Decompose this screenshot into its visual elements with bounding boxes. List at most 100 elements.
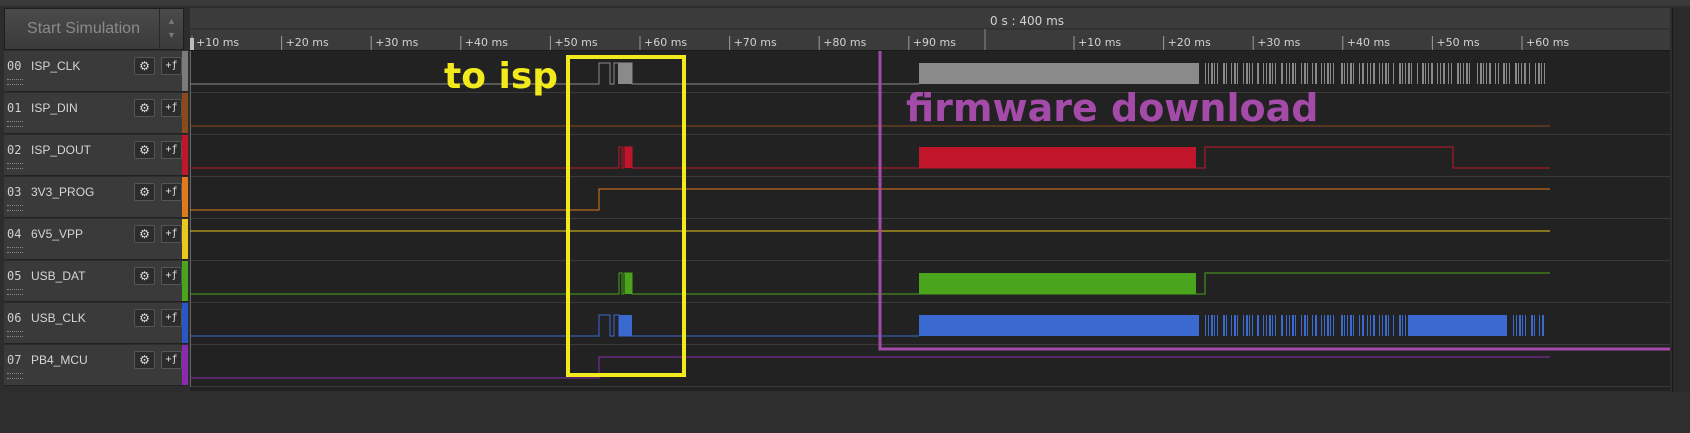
pulse-mark [1399, 315, 1401, 336]
channel-number: 00 [7, 59, 22, 73]
isp-dout-data-block [919, 147, 1196, 168]
trigger-edge-icon[interactable]: +ƒ [161, 309, 182, 327]
pulse-mark [1522, 315, 1523, 336]
pulse-mark [1208, 315, 1209, 336]
pulse-mark [1466, 63, 1468, 84]
pulse-mark [1402, 315, 1403, 336]
pulse-mark [1359, 63, 1360, 84]
channel-row-07[interactable]: 07 PB4_MCU ⚙ +ƒ [4, 345, 188, 386]
usb-clk-data-block-2 [1410, 315, 1505, 336]
pulse-mark [1519, 315, 1521, 336]
pulse-mark [1469, 63, 1470, 84]
gear-icon[interactable]: ⚙ [134, 351, 155, 369]
drag-handle-icon[interactable] [7, 205, 23, 211]
trigger-edge-icon[interactable]: +ƒ [161, 183, 182, 201]
pulse-mark [1304, 315, 1306, 336]
gear-icon[interactable]: ⚙ [134, 225, 155, 243]
channel-name: ISP_DIN [31, 101, 78, 115]
ruler-left-marker[interactable] [190, 38, 194, 50]
drag-handle-icon[interactable] [7, 163, 23, 169]
pulse-mark [1243, 315, 1244, 336]
pulse-mark [1281, 63, 1283, 84]
pulse-mark [1443, 63, 1445, 84]
drag-handle-icon[interactable] [7, 79, 23, 85]
pulse-mark [1324, 315, 1325, 336]
trigger-edge-icon[interactable]: +ƒ [161, 99, 182, 117]
drag-handle-icon[interactable] [7, 121, 23, 127]
pulse-mark [1263, 63, 1264, 84]
pulse-mark [1408, 315, 1410, 336]
start-simulation-button[interactable]: Start Simulation ▲ ▼ [4, 8, 184, 50]
channel-row-04[interactable]: 04 6V5_VPP ⚙ +ƒ [4, 219, 188, 260]
pulse-mark [1266, 63, 1267, 84]
trigger-edge-icon[interactable]: +ƒ [161, 225, 182, 243]
drag-handle-icon[interactable] [7, 289, 23, 295]
channel-row-00[interactable]: 00 ISP_CLK ⚙ +ƒ [4, 51, 188, 92]
pulse-mark [1477, 63, 1478, 84]
start-menu-arrows-icon[interactable]: ▲ ▼ [159, 9, 183, 49]
channel-row-02[interactable]: 02 ISP_DOUT ⚙ +ƒ [4, 135, 188, 176]
channel-color-bar [182, 303, 188, 343]
pulse-mark [1249, 63, 1250, 84]
pulse-mark [1217, 315, 1218, 336]
trigger-edge-icon[interactable]: +ƒ [161, 57, 182, 75]
trigger-edge-icon[interactable]: +ƒ [161, 267, 182, 285]
pulse-mark [1541, 63, 1542, 84]
pulse-mark [1457, 63, 1459, 84]
pulse-mark [1321, 63, 1322, 84]
gear-icon[interactable]: ⚙ [134, 267, 155, 285]
channel-row-01[interactable]: 01 ISP_DIN ⚙ +ƒ [4, 93, 188, 134]
gear-icon[interactable]: ⚙ [134, 141, 155, 159]
pulse-mark [1373, 63, 1375, 84]
usb-clk-burst [619, 315, 632, 336]
pulse-mark [1286, 315, 1287, 336]
pulse-mark [1503, 63, 1505, 84]
pulse-mark [1295, 63, 1296, 84]
ruler-tick-label: +80 ms [823, 36, 866, 49]
vertical-scrollbar[interactable] [1672, 8, 1690, 392]
gear-icon[interactable]: ⚙ [134, 309, 155, 327]
channel-row-03[interactable]: 03 3V3_PROG ⚙ +ƒ [4, 177, 188, 218]
channel-name: ISP_CLK [31, 59, 81, 73]
pulse-mark [1417, 63, 1418, 84]
trigger-edge-icon[interactable]: +ƒ [161, 351, 182, 369]
waveform-area[interactable]: to isp firmware download [190, 45, 1690, 391]
pulse-mark [1513, 315, 1514, 336]
pulse-mark [1382, 63, 1383, 84]
channel-row-05[interactable]: 05 USB_DAT ⚙ +ƒ [4, 261, 188, 302]
trigger-edge-icon[interactable]: +ƒ [161, 141, 182, 159]
drag-handle-icon[interactable] [7, 247, 23, 253]
gear-icon[interactable]: ⚙ [134, 57, 155, 75]
usb-dat-data-block [919, 273, 1196, 294]
isp-dout-burst [625, 147, 632, 168]
ruler-tick-label: +30 ms [1257, 36, 1300, 49]
ruler-tick-label: +30 ms [375, 36, 418, 49]
pulse-mark [1362, 315, 1364, 336]
channel-row-06[interactable]: 06 USB_CLK ⚙ +ƒ [4, 303, 188, 344]
pulse-mark [1382, 315, 1383, 336]
to-isp-label: to isp [444, 56, 558, 97]
pulse-mark [1385, 63, 1387, 84]
pulse-mark [1211, 63, 1213, 84]
gear-icon[interactable]: ⚙ [134, 183, 155, 201]
pulse-mark [1531, 315, 1533, 336]
pulse-mark [1205, 315, 1206, 336]
drag-handle-icon[interactable] [7, 331, 23, 337]
pulse-mark [1286, 63, 1287, 84]
pulse-mark [1214, 63, 1215, 84]
channel-number: 02 [7, 143, 22, 157]
time-ruler[interactable]: 0 s : 400 ms +10 ms +20 ms +30 ms +40 ms +50 … [190, 8, 1670, 51]
pulse-mark [1223, 63, 1225, 84]
channel-number: 01 [7, 101, 22, 115]
channel-name: ISP_DOUT [31, 143, 92, 157]
pulse-mark [1388, 63, 1389, 84]
channel-number: 04 [7, 227, 22, 241]
pulse-mark [1312, 63, 1313, 84]
ruler-tick-label: +40 ms [1347, 36, 1390, 49]
pulse-mark [1252, 315, 1253, 336]
gear-icon[interactable]: ⚙ [134, 99, 155, 117]
channel-color-bar [182, 93, 188, 133]
drag-handle-icon[interactable] [7, 373, 23, 379]
pulse-mark [1542, 315, 1544, 336]
pulse-mark [1480, 63, 1482, 84]
